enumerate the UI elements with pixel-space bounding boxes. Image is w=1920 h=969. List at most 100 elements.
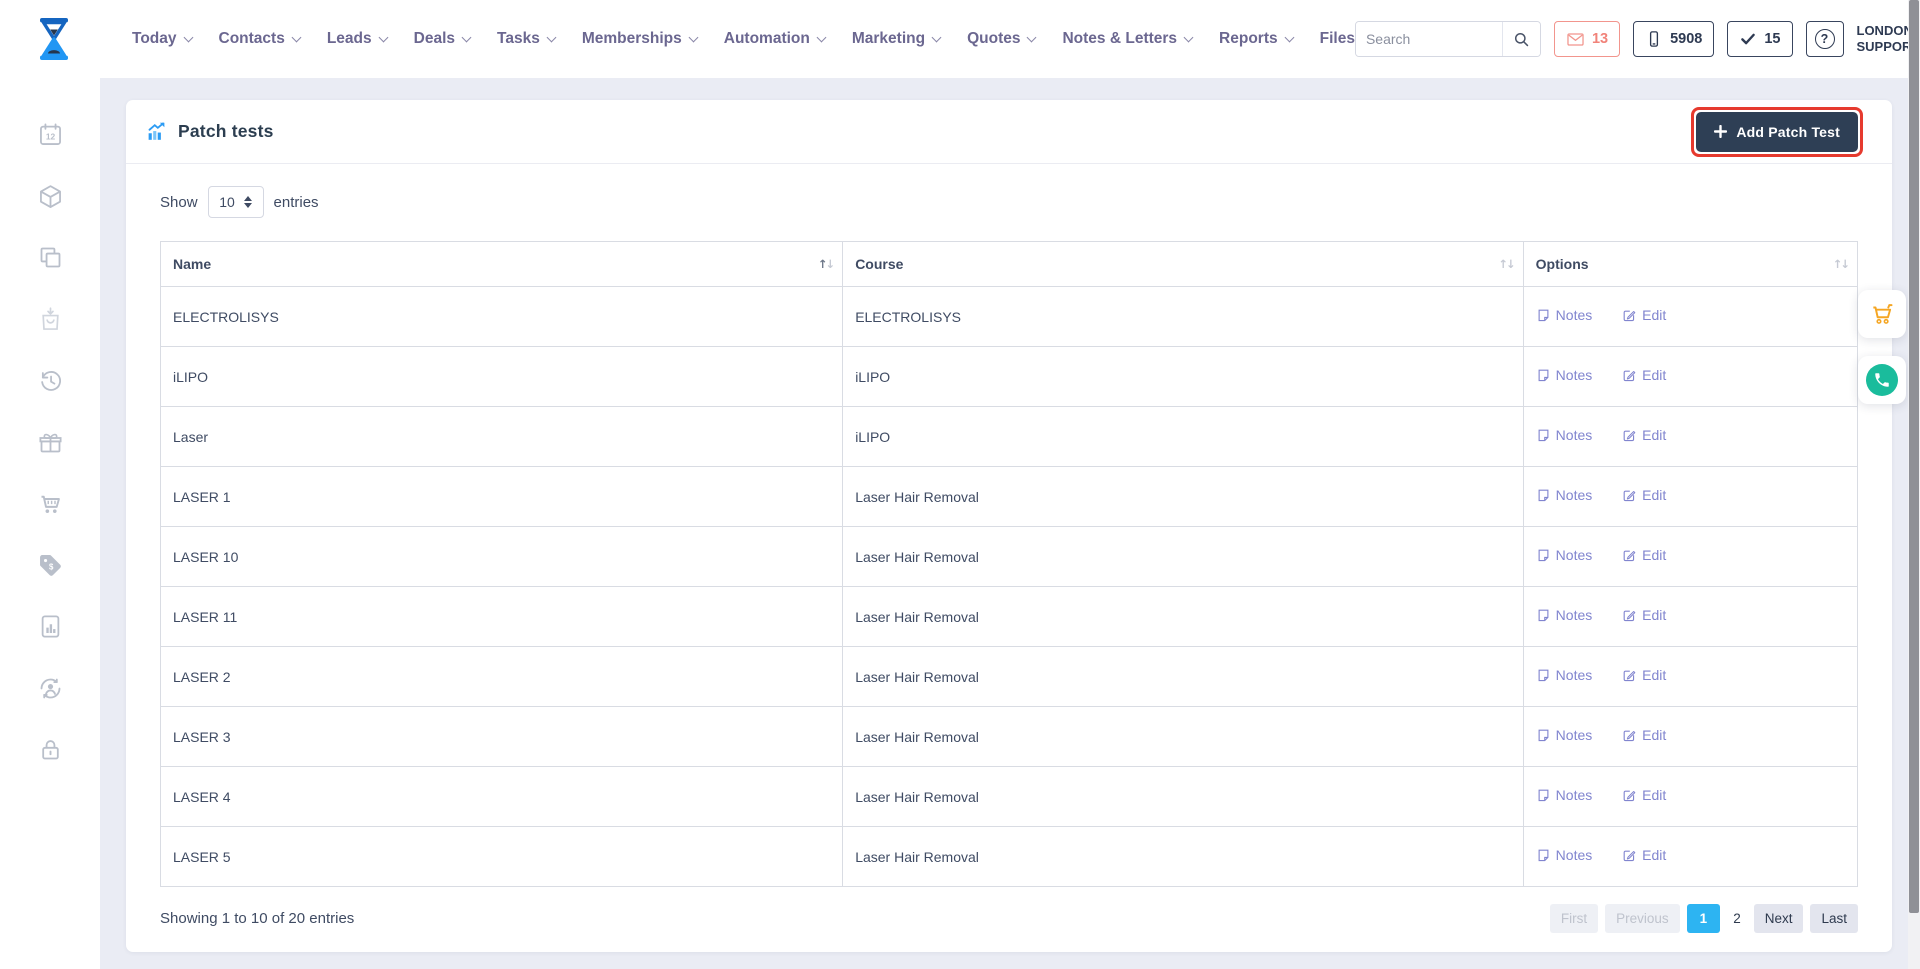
- cell-course: Laser Hair Removal: [842, 826, 1524, 887]
- help-button[interactable]: ?: [1805, 21, 1844, 57]
- nav-item-automation[interactable]: Automation: [724, 30, 827, 48]
- select-arrows-icon: [243, 196, 252, 208]
- table-row: ELECTROLISYS ELECTROLISYS Notes Edit: [159, 286, 1859, 347]
- edit-link[interactable]: Edit: [1622, 727, 1666, 743]
- notes-link[interactable]: Notes: [1536, 787, 1592, 803]
- edit-icon: [1623, 790, 1636, 801]
- search-button[interactable]: [1501, 22, 1540, 56]
- notes-link[interactable]: Notes: [1536, 847, 1592, 863]
- nav-item-notes-letters[interactable]: Notes & Letters: [1062, 30, 1194, 48]
- edit-icon: [1623, 310, 1636, 321]
- sidebar-item-shopping-bag[interactable]: [0, 289, 100, 351]
- pagination-last[interactable]: Last: [1810, 904, 1858, 933]
- note-icon: [1538, 729, 1549, 741]
- copy-icon: [40, 247, 60, 268]
- table-row: LASER 2 Laser Hair Removal Notes Edit: [159, 646, 1859, 707]
- edit-link[interactable]: Edit: [1622, 307, 1666, 323]
- notes-link[interactable]: Notes: [1536, 727, 1592, 743]
- scrollbar[interactable]: [1908, 0, 1920, 969]
- edit-link[interactable]: Edit: [1622, 487, 1666, 503]
- lock-icon: [41, 740, 59, 760]
- nav-item-leads[interactable]: Leads: [327, 30, 389, 48]
- edit-link[interactable]: Edit: [1622, 547, 1666, 563]
- pagination-first[interactable]: First: [1549, 904, 1599, 933]
- sidebar-item-gift[interactable]: [0, 412, 100, 474]
- nav-item-files[interactable]: Files: [1320, 30, 1355, 48]
- add-patch-test-button[interactable]: Add Patch Test: [1696, 111, 1858, 152]
- sidebar-item-lock[interactable]: [0, 719, 100, 781]
- cell-course: iLIPO: [842, 346, 1524, 407]
- tasks-badge[interactable]: 15: [1727, 21, 1793, 57]
- edit-icon: [1623, 850, 1636, 861]
- column-header-options[interactable]: Options ↑↓: [1522, 241, 1859, 287]
- edit-link[interactable]: Edit: [1622, 607, 1666, 623]
- column-header-name[interactable]: Name ↑↓: [159, 241, 844, 287]
- table-row: LASER 3 Laser Hair Removal Notes Edit: [159, 706, 1859, 767]
- svg-text:12: 12: [45, 132, 55, 142]
- cart-float-button[interactable]: [1858, 290, 1906, 338]
- cell-name: LASER 4: [159, 766, 844, 827]
- edit-link[interactable]: Edit: [1622, 427, 1666, 443]
- notes-link[interactable]: Notes: [1536, 607, 1592, 623]
- nav-item-marketing[interactable]: Marketing: [852, 30, 942, 48]
- table-length-control: Show 10 entries: [160, 186, 1858, 218]
- phone-icon: [1866, 364, 1898, 396]
- patch-tests-card: Patch tests Add Patch Test Show 10 entri…: [126, 100, 1892, 952]
- sidebar-item-account-sync[interactable]: [0, 658, 100, 720]
- note-icon: [1538, 669, 1549, 681]
- notes-link[interactable]: Notes: [1536, 307, 1592, 323]
- notes-link[interactable]: Notes: [1536, 367, 1592, 383]
- note-icon: [1538, 609, 1549, 621]
- pagination-previous[interactable]: Previous: [1605, 904, 1680, 933]
- package-icon: [39, 185, 61, 208]
- table-header-row: Name ↑↓ Course ↑↓ Options ↑↓: [159, 241, 1859, 287]
- notes-link[interactable]: Notes: [1536, 487, 1592, 503]
- note-icon: [1538, 849, 1549, 861]
- table-row: LASER 1 Laser Hair Removal Notes Edit: [159, 466, 1859, 527]
- nav-item-deals[interactable]: Deals: [414, 30, 472, 48]
- sort-icon: ↑↓: [817, 257, 835, 271]
- edit-icon: [1623, 490, 1636, 501]
- nav-item-quotes[interactable]: Quotes: [967, 30, 1037, 48]
- edit-link[interactable]: Edit: [1622, 367, 1666, 383]
- pagination-next[interactable]: Next: [1753, 904, 1804, 933]
- note-icon: [1538, 429, 1549, 441]
- nav-item-contacts[interactable]: Contacts: [219, 30, 302, 48]
- sidebar-item-price-tag[interactable]: $: [0, 535, 100, 597]
- messages-badge[interactable]: 13: [1553, 21, 1621, 57]
- edit-link[interactable]: Edit: [1622, 667, 1666, 683]
- nav-item-today[interactable]: Today: [132, 30, 193, 48]
- sidebar-item-copy[interactable]: [0, 227, 100, 289]
- pagination-page-2[interactable]: 2: [1727, 904, 1747, 933]
- nav-item-tasks[interactable]: Tasks: [497, 30, 557, 48]
- column-header-course[interactable]: Course ↑↓: [842, 241, 1524, 287]
- edit-link[interactable]: Edit: [1622, 787, 1666, 803]
- edit-link[interactable]: Edit: [1622, 847, 1666, 863]
- sidebar-item-report[interactable]: [0, 596, 100, 658]
- sidebar-item-history[interactable]: [0, 350, 100, 412]
- check-icon: [1741, 33, 1756, 45]
- call-float-button[interactable]: [1858, 356, 1906, 404]
- sidebar-item-package[interactable]: [0, 166, 100, 228]
- gift-icon: [38, 433, 62, 453]
- calls-badge[interactable]: 5908: [1633, 21, 1715, 57]
- notes-link[interactable]: Notes: [1536, 427, 1592, 443]
- note-icon: [1538, 489, 1549, 501]
- notes-link[interactable]: Notes: [1536, 547, 1592, 563]
- chevron-down-icon: [461, 32, 472, 42]
- page-size-select[interactable]: 10: [207, 186, 264, 218]
- notes-link[interactable]: Notes: [1536, 667, 1592, 683]
- scrollbar-thumb[interactable]: [1909, 0, 1919, 913]
- pagination-page-1[interactable]: 1: [1686, 904, 1721, 933]
- sidebar-item-cart[interactable]: [0, 473, 100, 535]
- search-input[interactable]: [1355, 22, 1502, 56]
- nav-item-reports[interactable]: Reports: [1219, 30, 1295, 48]
- app-logo-hourglass-icon[interactable]: [30, 13, 78, 65]
- nav-item-memberships[interactable]: Memberships: [582, 30, 699, 48]
- sidebar-item-calendar[interactable]: 12: [0, 104, 100, 166]
- calls-count: 5908: [1670, 31, 1703, 47]
- card-header: Patch tests Add Patch Test: [126, 100, 1892, 164]
- cell-options: Notes Edit: [1522, 706, 1859, 767]
- cell-options: Notes Edit: [1522, 286, 1859, 347]
- patch-tests-table: Name ↑↓ Course ↑↓ Options ↑↓ ELECTROLISY…: [159, 241, 1859, 887]
